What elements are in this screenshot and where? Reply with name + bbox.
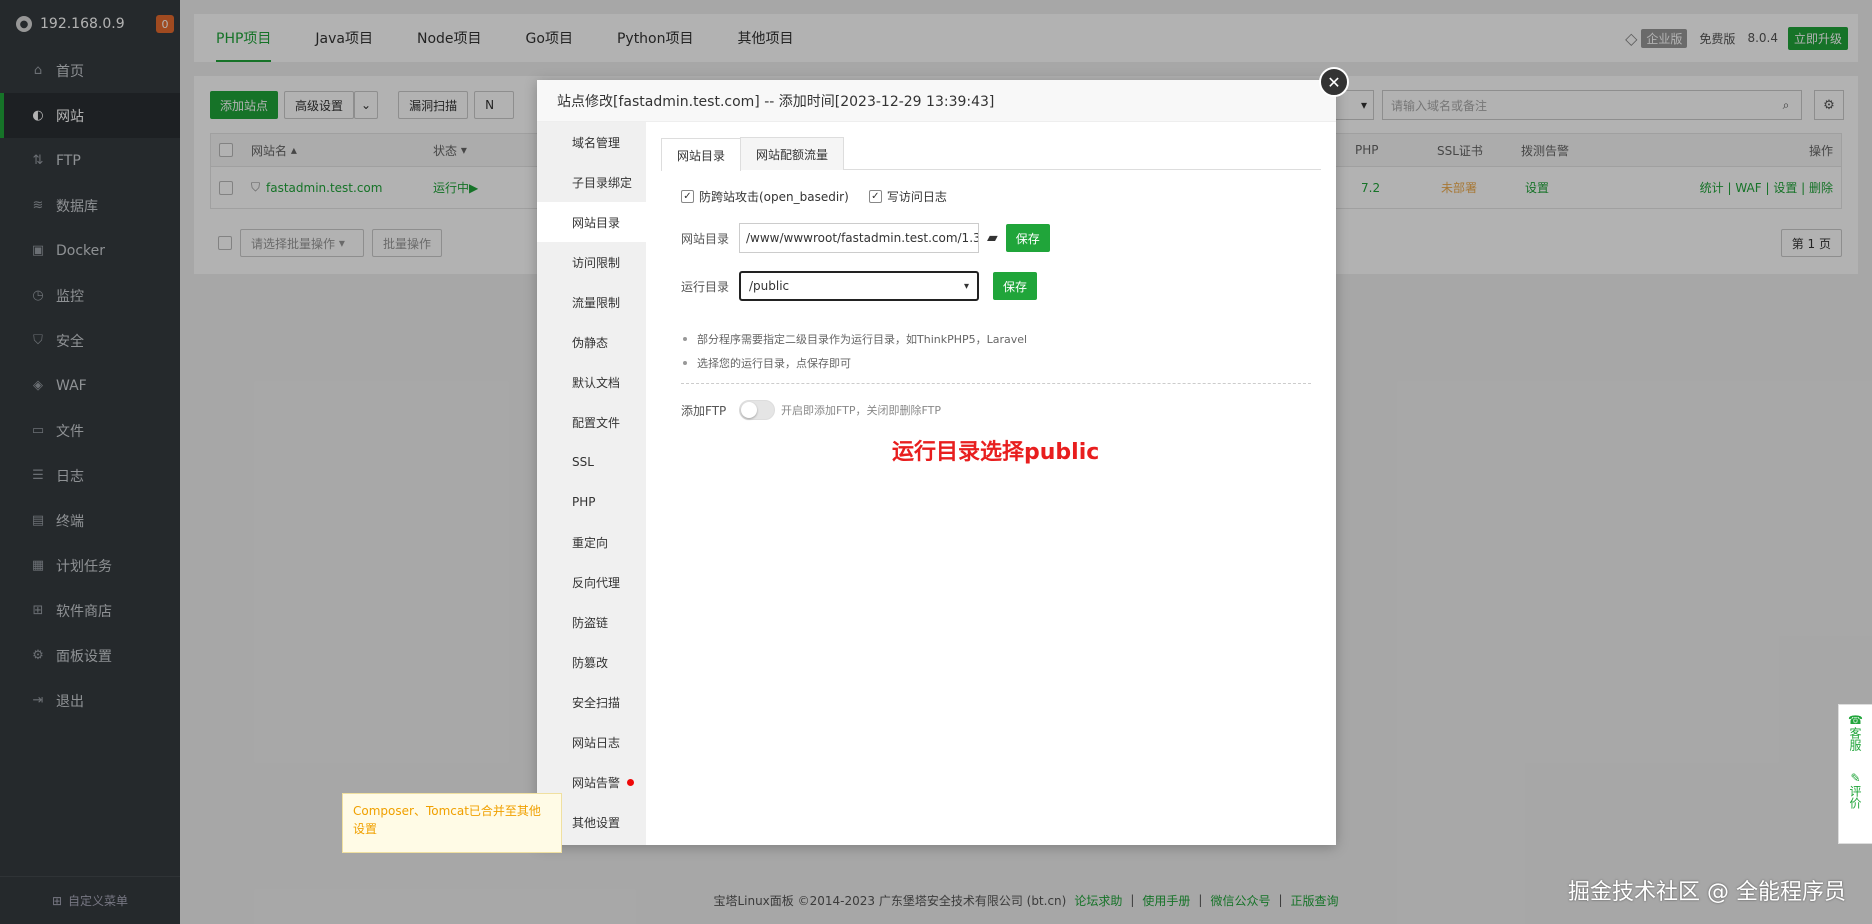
modal-nav-label: 域名管理 [572, 135, 621, 150]
floating-help-bar: ☎ 客服 ✎ 评价 [1838, 704, 1872, 844]
site-dir-input[interactable]: /www/wwwroot/fastadmin.test.com/1.3 [739, 223, 979, 253]
customer-service-button[interactable]: ☎ 客服 [1847, 713, 1864, 751]
modal-nav-item[interactable]: 子目录绑定 [537, 162, 646, 202]
modal-nav-label: 重定向 [572, 535, 609, 550]
anti-xss-checkbox[interactable]: ✓ [681, 190, 694, 203]
modal-nav-label: 配置文件 [572, 415, 621, 430]
modal-nav-item[interactable]: 流量限制 [537, 282, 646, 322]
modal-nav-item[interactable]: PHP [537, 482, 646, 522]
modal-nav-item[interactable]: 防盗链 [537, 602, 646, 642]
modal-nav-label: SSL [572, 455, 594, 469]
modal-nav-label: 反向代理 [572, 575, 621, 590]
headset-icon: ☎ [1848, 713, 1863, 727]
save-site-dir-button[interactable]: 保存 [1005, 224, 1050, 252]
modal-nav-item[interactable]: 重定向 [537, 522, 646, 562]
modal-nav-label: 网站目录 [572, 215, 621, 230]
modal-nav-label: 防篡改 [572, 655, 609, 670]
chevron-down-icon: ▾ [963, 280, 969, 292]
modal-nav-item[interactable]: 配置文件 [537, 402, 646, 442]
merge-notice: Composer、Tomcat已合并至其他设置 [342, 793, 562, 853]
modal-nav-item[interactable]: 网站日志 [537, 722, 646, 762]
ftp-row: 添加FTP 开启即添加FTP，关闭即删除FTP [681, 400, 1321, 420]
ftp-label: 添加FTP [681, 403, 727, 418]
modal-nav: 域名管理子目录绑定网站目录访问限制流量限制伪静态默认文档配置文件 SSL PHP 重定… [537, 122, 646, 845]
modal-nav-label: 网站告警 [572, 775, 621, 790]
modal-nav-label: 流量限制 [572, 295, 621, 310]
folder-open-icon[interactable]: ▰ [987, 230, 998, 246]
tip-item: 选择您的运行目录，点保存即可 [681, 351, 1321, 375]
site-dir-label: 网站目录 [681, 231, 730, 246]
tip-item: 部分程序需要指定二级目录作为运行目录，如ThinkPHP5，Laravel [681, 327, 1321, 351]
modal-nav-label: 其他设置 [572, 815, 621, 830]
ftp-toggle[interactable] [739, 400, 775, 420]
modal-nav-label: 默认文档 [572, 375, 621, 390]
modal-nav-item[interactable]: 默认文档 [537, 362, 646, 402]
modal-nav-item[interactable]: SSL [537, 442, 646, 482]
anti-xss-label: 防跨站攻击(open_basedir) [699, 190, 849, 204]
tips-list: 部分程序需要指定二级目录作为运行目录，如ThinkPHP5，Laravel 选择… [681, 327, 1321, 375]
modal-nav-label: 访问限制 [572, 255, 621, 270]
modal-nav-item[interactable]: 伪静态 [537, 322, 646, 362]
alert-dot-icon [627, 778, 635, 786]
modal-nav-label: 伪静态 [572, 335, 609, 350]
run-dir-select[interactable]: /public ▾ [739, 271, 979, 301]
save-run-dir-button[interactable]: 保存 [993, 272, 1038, 300]
inner-tabs: 网站目录 网站配额流量 [661, 137, 1321, 171]
write-log-label: 写访问日志 [886, 190, 947, 204]
modal-body: 网站目录 网站配额流量 ✓ 防跨站攻击(open_basedir) ✓ 写访问日… [646, 122, 1336, 845]
modal-nav-item[interactable]: 域名管理 [537, 122, 646, 162]
write-log-checkbox[interactable]: ✓ [868, 190, 882, 203]
run-dir-value: /public [749, 279, 790, 293]
modal-nav-item[interactable]: 网站目录 [537, 202, 646, 242]
modal-nav-item[interactable]: 反向代理 [537, 562, 646, 602]
tab-site-dir[interactable]: 网站目录 [661, 138, 742, 171]
site-dir-row: 网站目录 /www/wwwroot/fastadmin.test.com/1.3… [681, 223, 1321, 253]
run-dir-label: 运行目录 [681, 279, 730, 294]
close-icon[interactable]: ✕ [1319, 67, 1349, 97]
ftp-desc: 开启即添加FTP，关闭即删除FTP [781, 404, 941, 417]
rate-button[interactable]: ✎ 评价 [1847, 771, 1864, 809]
options-row: ✓ 防跨站攻击(open_basedir) ✓ 写访问日志 [681, 188, 1321, 205]
modal-nav-label: PHP [572, 495, 596, 509]
edit-icon: ✎ [1848, 771, 1863, 785]
modal-nav-label: 网站日志 [572, 735, 621, 750]
run-dir-row: 运行目录 /public ▾ 保存 [681, 271, 1321, 301]
modal-nav-label: 防盗链 [572, 615, 609, 630]
modal-nav-label: 安全扫描 [572, 695, 621, 710]
modal-nav-item[interactable]: 访问限制 [537, 242, 646, 282]
annotation-text: 运行目录选择public [892, 440, 1100, 465]
modal-nav-item[interactable]: 安全扫描 [537, 682, 646, 722]
modal-nav-label: 子目录绑定 [572, 175, 633, 190]
modal-title: 站点修改[fastadmin.test.com] -- 添加时间[2023-12… [537, 80, 1336, 122]
divider [681, 383, 1311, 384]
modal-nav-item[interactable]: 防篡改 [537, 642, 646, 682]
tab-site-quota[interactable]: 网站配额流量 [740, 137, 845, 170]
watermark: 掘金技术社区 @ 全能程序员 [1568, 880, 1846, 905]
